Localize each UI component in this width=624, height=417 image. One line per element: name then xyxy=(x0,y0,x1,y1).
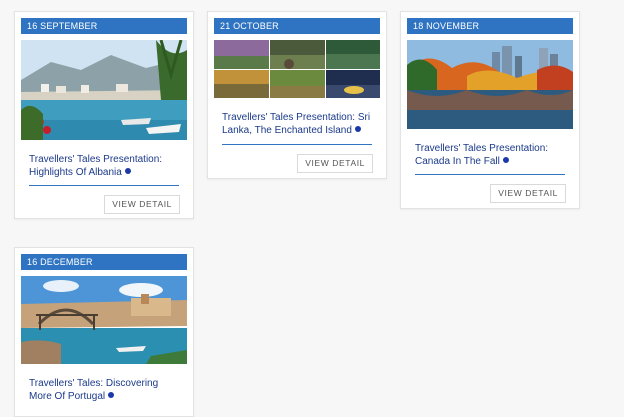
event-date: 21 OCTOBER xyxy=(214,18,380,34)
sri-lanka-collage-photo-icon xyxy=(214,40,380,98)
event-image[interactable] xyxy=(214,40,380,98)
divider xyxy=(29,185,179,186)
event-date: 16 SEPTEMBER xyxy=(21,18,187,34)
bullet-dot-icon xyxy=(502,156,509,163)
albania-harbour-photo-icon xyxy=(21,40,187,140)
divider xyxy=(222,144,372,145)
event-card-albania: 16 SEPTEMBER Travellers' Tales Presentat… xyxy=(14,11,194,219)
event-date: 18 NOVEMBER xyxy=(407,18,573,34)
event-title[interactable]: Travellers' Tales Presentation: Canada I… xyxy=(415,143,565,168)
canada-autumn-lake-photo-icon xyxy=(407,40,573,129)
event-title-text[interactable]: Travellers' Tales: Discovering More Of P… xyxy=(29,378,158,402)
view-detail-button[interactable]: VIEW DETAIL xyxy=(104,195,180,214)
event-title[interactable]: Travellers' Tales Presentation: Sri Lank… xyxy=(222,112,372,137)
event-card-sri-lanka: 21 OCTOBER Travellers' Tales Presentatio… xyxy=(207,11,387,179)
event-image[interactable] xyxy=(407,40,573,129)
event-image[interactable] xyxy=(21,276,187,364)
view-detail-button[interactable]: VIEW DETAIL xyxy=(297,154,373,173)
event-title-text[interactable]: Travellers' Tales Presentation: Highligh… xyxy=(29,154,162,178)
portugal-bridge-river-photo-icon xyxy=(21,276,187,364)
event-title[interactable]: Travellers' Tales: Discovering More Of P… xyxy=(29,378,179,403)
view-detail-button[interactable]: VIEW DETAIL xyxy=(490,184,566,203)
event-title-text[interactable]: Travellers' Tales Presentation: Canada I… xyxy=(415,143,548,167)
bullet-dot-icon xyxy=(108,391,115,398)
event-card-canada: 18 NOVEMBER Travellers' Tales Presentati… xyxy=(400,11,580,209)
bullet-dot-icon xyxy=(354,125,361,132)
event-date: 16 DECEMBER xyxy=(21,254,187,270)
event-title[interactable]: Travellers' Tales Presentation: Highligh… xyxy=(29,154,179,179)
divider xyxy=(415,174,565,175)
event-image[interactable] xyxy=(21,40,187,140)
event-title-text[interactable]: Travellers' Tales Presentation: Sri Lank… xyxy=(222,112,370,136)
bullet-dot-icon xyxy=(124,167,131,174)
event-card-portugal: 16 DECEMBER Travellers' Tales: Discoveri… xyxy=(14,247,194,417)
